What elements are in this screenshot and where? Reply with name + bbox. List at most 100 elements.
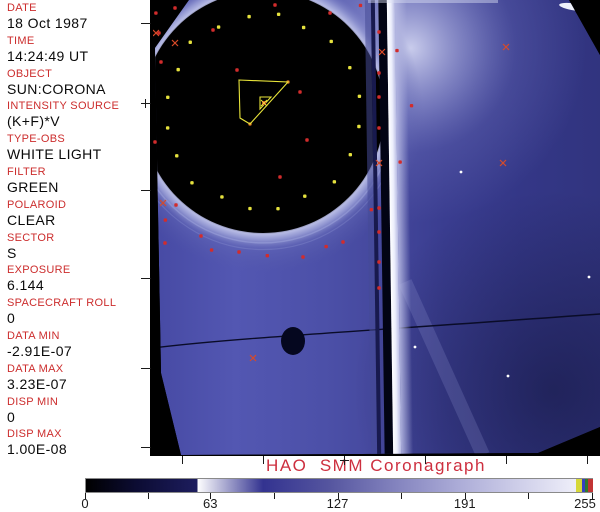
fiducial-dot (163, 241, 167, 245)
fiducial-dot (377, 206, 381, 210)
field-label: DISP MAX (7, 428, 62, 441)
metadata-field: SPACECRAFT ROLL 0 (0, 297, 150, 330)
coronagraph-scene (153, 0, 600, 455)
field-value: 18 Oct 1987 (7, 15, 88, 31)
fiducial-dot (278, 175, 282, 179)
field-label: POLAROID (7, 198, 67, 211)
fiducial-dot (247, 14, 251, 19)
colorbar-stripe (588, 479, 593, 492)
fiducial-dot (154, 11, 158, 15)
metadata-field: TIME 14:24:49 UT (0, 35, 150, 68)
field-value: GREEN (7, 178, 59, 195)
fiducial-dot (377, 30, 381, 34)
colorbar-minor-tick (528, 493, 530, 499)
field-value: -2.91E-07 (7, 342, 73, 359)
fiducial-dot (220, 195, 224, 199)
star-point (506, 374, 510, 378)
field-label: DISP MIN (7, 395, 59, 408)
fiducial-dot (377, 71, 381, 75)
fiducial-dot (348, 153, 353, 157)
field-label: DATA MIN (7, 329, 60, 342)
fiducial-dot (159, 60, 163, 64)
metadata-field: EXPOSURE 6.144 (0, 264, 150, 297)
colorbar-minor-tick (401, 493, 403, 499)
axis-plus-marker (145, 99, 146, 108)
fiducial-dot (237, 250, 241, 254)
fiducial-dot (305, 138, 309, 142)
fiducial-dot (377, 95, 381, 99)
fiducial-dot (329, 39, 333, 44)
fiducial-dot (369, 207, 374, 212)
axis-plus-marker (141, 103, 151, 104)
field-label: TYPE-OBS (7, 133, 66, 146)
axis-plus-marker (344, 456, 345, 465)
field-label: DATA MAX (7, 362, 64, 375)
metadata-field: POLAROID CLEAR (0, 199, 150, 232)
fiducial-dot (273, 3, 277, 7)
fiducial-dot (409, 103, 414, 108)
fiducial-dot (298, 90, 302, 94)
fiducial-dot (174, 203, 178, 207)
fiducial-dot (341, 240, 345, 244)
metadata-field: DISP MAX 1.00E-08 (0, 428, 150, 461)
metadata-field: FILTER GREEN (0, 166, 150, 199)
field-value: 1.00E-08 (7, 441, 68, 458)
axis-tick (587, 456, 588, 464)
fiducial-dot (398, 160, 402, 164)
colorbar-label: 191 (453, 496, 476, 511)
fiducial-dot (276, 206, 280, 211)
fiducial-dot (199, 234, 203, 238)
fiducial-dot (377, 126, 381, 130)
colorbar-label: 0 (81, 496, 89, 511)
field-value: SUN:CORONA (7, 80, 106, 97)
metadata-field: DATA MAX 3.23E-07 (0, 363, 150, 396)
colorbar-label: 63 (203, 496, 218, 511)
fiducial-dot (173, 6, 177, 10)
fiducial-dot (276, 12, 281, 16)
field-label: DATE (7, 2, 37, 14)
top-noise (368, 0, 498, 3)
wire-blob (281, 327, 305, 355)
axis-tick (182, 456, 183, 464)
field-label: TIME (7, 34, 35, 47)
fiducial-dot (176, 67, 180, 72)
metadata-field: SECTOR S (0, 232, 150, 265)
metadata-field: OBJECT SUN:CORONA (0, 68, 150, 101)
fiducial-dot (332, 180, 337, 184)
axis-tick (263, 456, 264, 464)
pylon-streak (364, 0, 414, 455)
axis-tick (141, 278, 151, 279)
colorbar (85, 478, 593, 493)
app-window: DATE 18 Oct 1987 TIME 14:24:49 UT OBJECT SUN:… (0, 0, 600, 512)
fiducial-dot (211, 28, 215, 32)
fiducial-dot (303, 194, 307, 198)
field-label: INTENSITY SOURCE (7, 100, 120, 113)
fiducial-dot (301, 25, 306, 30)
axis-tick (141, 190, 151, 191)
image-title: HAO SMM Coronagraph (266, 456, 486, 475)
fiducial-dot (235, 68, 239, 72)
fiducial-dot (358, 3, 363, 8)
axis-tick (141, 23, 151, 24)
fiducial-dot (377, 260, 381, 264)
fiducial-dot (395, 48, 399, 53)
colorbar-minor-tick (147, 493, 149, 499)
field-label: SPACECRAFT ROLL (7, 297, 117, 310)
field-label: OBJECT (7, 67, 53, 80)
field-label: EXPOSURE (7, 264, 71, 277)
star-point (413, 345, 417, 349)
axis-tick (425, 456, 426, 464)
metadata-field: DISP MIN 0 (0, 396, 150, 429)
colorbar-label: 255 (574, 496, 596, 511)
field-value: CLEAR (7, 211, 56, 228)
fiducial-dot (301, 255, 305, 259)
metadata-field: TYPE-OBS WHITE LIGHT (0, 133, 150, 166)
fiducial-dot (209, 248, 214, 252)
field-value: 0 (7, 310, 16, 327)
fiducial-dot (248, 206, 252, 211)
fiducial-dot (175, 154, 179, 158)
fiducial-dot (377, 230, 381, 234)
fiducial-dot (216, 25, 221, 29)
field-value: 6.144 (7, 277, 45, 294)
colorbar-label: 127 (326, 496, 349, 511)
